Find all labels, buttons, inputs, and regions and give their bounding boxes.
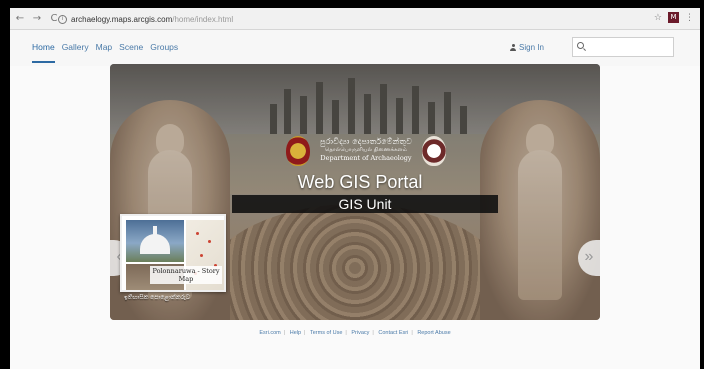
footer-links: Esri.com | Help | Terms of Use | Privacy | C…: [259, 330, 451, 336]
search-icon: [577, 42, 584, 49]
browser-toolbar: ← → C i archaelogy.maps.arcgis.com/home/…: [10, 8, 700, 30]
footer-link-report-abuse[interactable]: Report Abuse: [417, 330, 450, 336]
site-header: Home Gallery Map Scene Groups Sign In: [10, 30, 700, 66]
nav-home[interactable]: Home: [32, 42, 55, 63]
browser-menu-icon[interactable]: ⋮: [685, 13, 694, 23]
stupa-thumbnail: [126, 220, 184, 262]
footer-link-privacy[interactable]: Privacy: [351, 330, 369, 336]
bookmark-star-icon[interactable]: ☆: [654, 13, 662, 23]
extension-icon[interactable]: M: [668, 12, 679, 23]
nav-gallery[interactable]: Gallery: [62, 42, 89, 63]
card-caption: Polonnaruwa - Story Map: [150, 266, 222, 284]
nav-groups[interactable]: Groups: [150, 42, 178, 63]
footer-link-terms[interactable]: Terms of Use: [310, 330, 342, 336]
portal-subtitle: GIS Unit: [338, 196, 392, 212]
footer-link-help[interactable]: Help: [290, 330, 301, 336]
address-bar[interactable]: i archaelogy.maps.arcgis.com/home/index.…: [58, 12, 233, 26]
nav-scene[interactable]: Scene: [119, 42, 143, 63]
sign-in-link[interactable]: Sign In: [510, 43, 544, 52]
department-heading: පුරාවිද්‍යා දෙපාර්තමේන්තුව தொல்பொருளியல்…: [313, 137, 419, 162]
footer-link-esri[interactable]: Esri.com: [259, 330, 280, 336]
nav-map[interactable]: Map: [96, 42, 113, 63]
hero-banner: පුරාවිද්‍යා දෙපාර්තමේන්තුව தொல்பொருளியல்…: [110, 64, 600, 320]
footer-link-contact[interactable]: Contact Esri: [378, 330, 408, 336]
url-path: /home/index.html: [172, 14, 234, 24]
dept-tamil: தொல்பொருளியல் திணைக்களம்: [325, 147, 407, 153]
forward-button[interactable]: →: [30, 12, 44, 26]
sri-lanka-emblem-icon: [286, 136, 310, 166]
card-label: ඉතිහාසික පොළොන්නරුව: [124, 295, 191, 301]
back-button[interactable]: ←: [13, 12, 27, 26]
search-input[interactable]: [572, 37, 674, 57]
info-icon[interactable]: i: [58, 14, 67, 24]
portal-title: Web GIS Portal: [297, 172, 423, 192]
browser-window: ← → C i archaelogy.maps.arcgis.com/home/…: [10, 8, 700, 369]
user-icon: [510, 44, 516, 51]
dept-sinhala: පුරාවිද්‍යා දෙපාර්තමේන්තුව: [319, 137, 413, 146]
main-nav: Home Gallery Map Scene Groups: [32, 42, 178, 63]
archaeology-department-logo-icon: [422, 136, 446, 166]
sign-in-label: Sign In: [519, 43, 544, 52]
story-map-card[interactable]: Polonnaruwa - Story Map: [120, 214, 226, 292]
dept-english: Department of Archaeology: [320, 154, 412, 162]
url-host: archaelogy.maps.arcgis.com: [71, 14, 173, 24]
